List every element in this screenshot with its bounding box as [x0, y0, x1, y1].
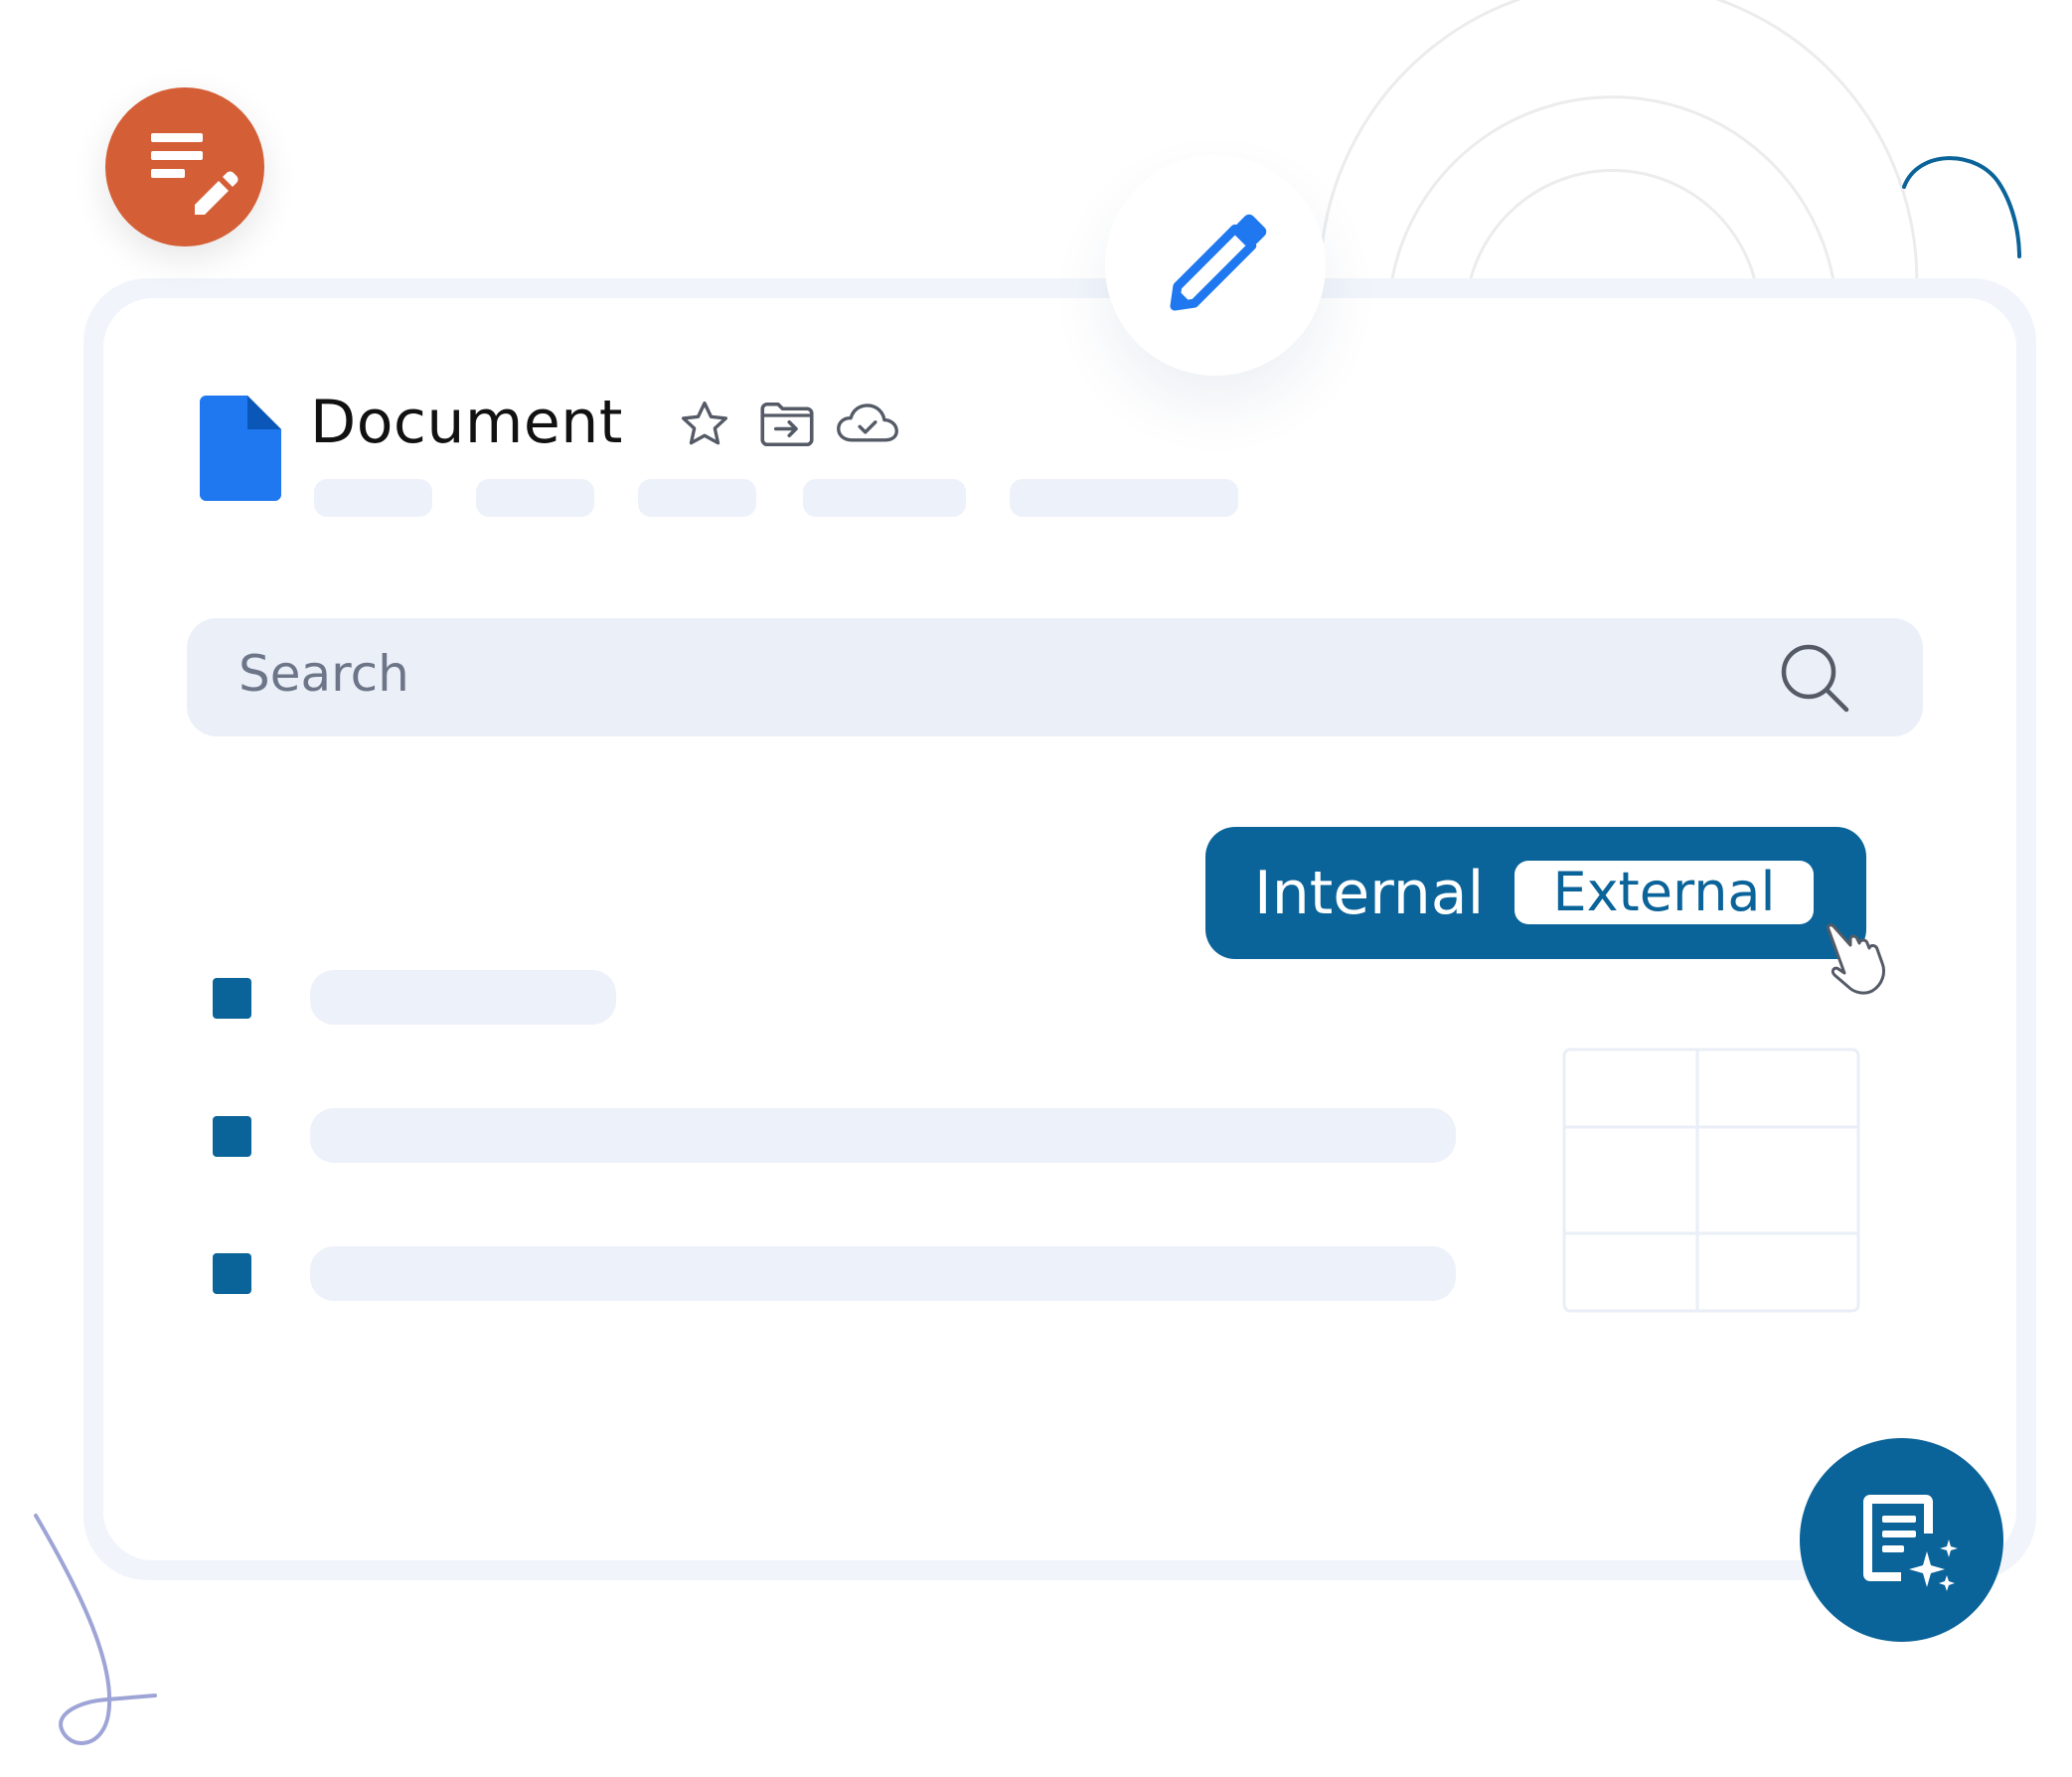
move-to-folder-icon[interactable]	[757, 398, 817, 451]
ai-document-button[interactable]	[1800, 1438, 2003, 1642]
hand-cursor-icon	[1827, 923, 1886, 995]
document-title: Document	[310, 388, 623, 457]
blue-swirl	[1902, 156, 2021, 258]
toggle-option-internal[interactable]: Internal	[1254, 857, 1484, 930]
search-icon[interactable]	[1779, 642, 1852, 716]
menu-placeholder[interactable]	[638, 479, 756, 517]
document-icon	[200, 396, 281, 501]
list-bullet	[213, 1116, 251, 1157]
pencil-badge	[1105, 155, 1326, 376]
list-item-placeholder[interactable]	[310, 1108, 1456, 1163]
list-bullet	[213, 1253, 251, 1294]
star-icon[interactable]	[678, 398, 731, 451]
table-grid[interactable]	[1562, 1048, 1860, 1313]
menu-placeholder[interactable]	[314, 479, 432, 517]
cloud-saved-icon[interactable]	[833, 398, 902, 451]
edit-notes-icon	[151, 133, 239, 215]
search-input[interactable]: Search	[239, 642, 409, 706]
list-item-placeholder[interactable]	[310, 1246, 1456, 1301]
menu-placeholder[interactable]	[803, 479, 966, 517]
list-item-placeholder[interactable]	[310, 970, 616, 1025]
menu-placeholder[interactable]	[1010, 479, 1238, 517]
arc-middle	[1387, 95, 1838, 304]
edit-notes-button[interactable]	[105, 87, 264, 246]
list-bullet	[213, 978, 251, 1019]
menu-placeholder[interactable]	[476, 479, 594, 517]
pencil-icon	[1170, 214, 1267, 311]
ai-document-icon	[1863, 1495, 1958, 1591]
search-bar[interactable]	[187, 618, 1923, 736]
toggle-option-external[interactable]: External	[1514, 861, 1814, 924]
